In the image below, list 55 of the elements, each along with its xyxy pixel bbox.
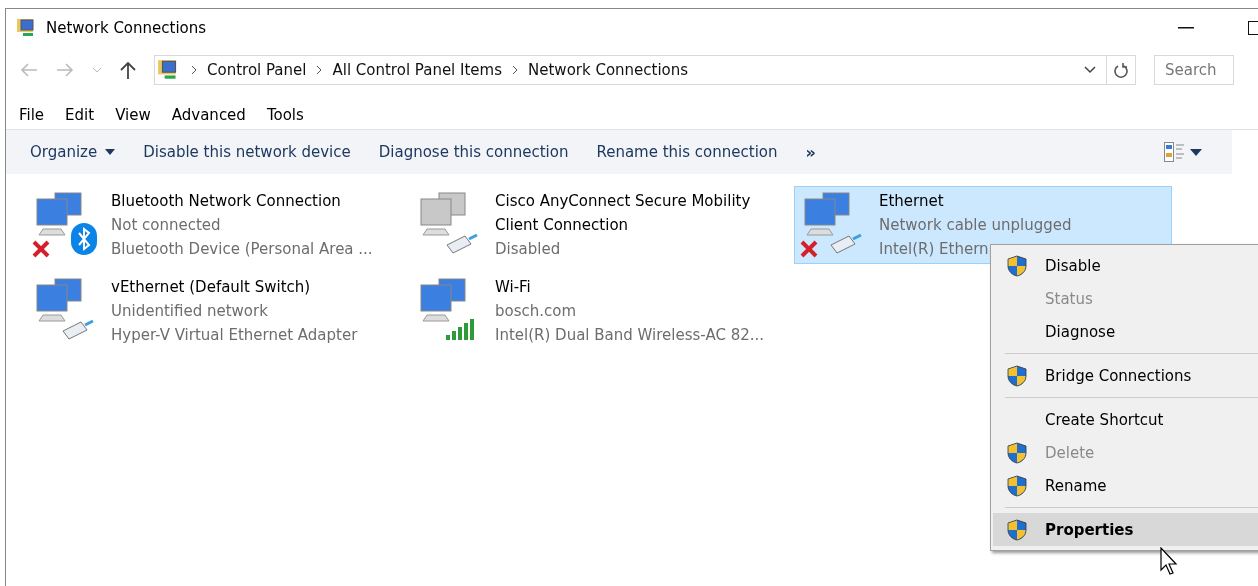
up-arrow-icon[interactable] [120,61,136,79]
command-button[interactable]: Rename this connection [584,139,790,165]
more-commands-button[interactable]: » [793,138,828,166]
address-bar[interactable]: Control Panel All Control Panel Items Network Connections [154,55,1136,85]
connection-status: bosch.com [495,301,578,322]
menu-item[interactable]: File [6,106,53,124]
connection-item[interactable]: Bluetooth Network Connection Not connected Bluetooth Device (Personal Area ... [26,186,404,264]
connection-status: Disabled [495,239,562,260]
adapter-name: Bluetooth Device (Personal Area ... [111,239,373,260]
connection-status: Unidentified network [111,301,269,322]
menu-item[interactable]: Tools [253,106,312,124]
connection-name: Wi-Fi [495,277,532,298]
chevron-right-icon [316,65,323,75]
breadcrumb[interactable]: All Control Panel Items [332,61,503,79]
menu-item[interactable]: Diagnose [993,315,1258,348]
connection-name: Ethernet [879,191,945,212]
minimize-icon[interactable] [1178,27,1194,29]
caret-icon[interactable] [1190,148,1202,156]
connection-name: Bluetooth Network Connection [111,191,342,212]
bluetooth-icon [71,223,97,255]
connection-name: vEthernet (Default Switch) [111,277,312,298]
refresh-icon [1114,62,1128,78]
chevron-right-icon [512,65,519,75]
breadcrumb[interactable]: Network Connections [528,61,689,79]
menu-item[interactable]: Properties [993,513,1258,546]
view-options-icon[interactable] [1164,142,1186,162]
network-cable-icon [829,233,863,255]
connection-status: Not connected [111,215,222,236]
connection-name: Cisco AnyConnect Secure Mobility Client Connection [495,191,752,236]
organize-button[interactable]: Organize [18,139,128,165]
menu-item[interactable]: Create Shortcut [993,403,1258,436]
menu-item[interactable]: Rename [993,469,1258,502]
menu-item[interactable]: Bridge Connections [993,359,1258,392]
connection-status: Network cable unplugged [879,215,1072,236]
menu-item[interactable]: Advanced [158,106,254,124]
menu-item[interactable]: View [102,106,159,124]
connection-item[interactable]: Wi-Fi bosch.com Intel(R) Dual Band Wireless-AC 82... [410,272,788,350]
breadcrumb[interactable]: Control Panel [207,61,307,79]
network-cable-icon [61,319,95,341]
network-cable-icon [445,233,479,255]
window-title: Network Connections [46,19,207,37]
search-field[interactable]: Search [1154,55,1234,85]
connection-item[interactable]: vEthernet (Default Switch) Unidentified network Hyper-V Virtual Ethernet Adapter [26,272,404,350]
maximize-icon[interactable] [1248,21,1258,35]
command-button[interactable]: Diagnose this connection [366,139,581,165]
adapter-name: Intel(R) Ethern [879,239,990,260]
caret-icon [105,149,116,155]
menu-item[interactable]: Edit [52,106,103,124]
adapter-name: Hyper-V Virtual Ethernet Adapter [111,325,358,346]
chevron-right-icon [191,65,197,75]
mouse-pointer-icon [1160,547,1178,575]
adapter-name: Intel(R) Dual Band Wireless-AC 82... [495,325,765,346]
command-button[interactable]: Disable this network device [131,139,363,165]
chevron-down-icon[interactable] [1084,66,1096,74]
signal-bars-icon [445,319,475,341]
